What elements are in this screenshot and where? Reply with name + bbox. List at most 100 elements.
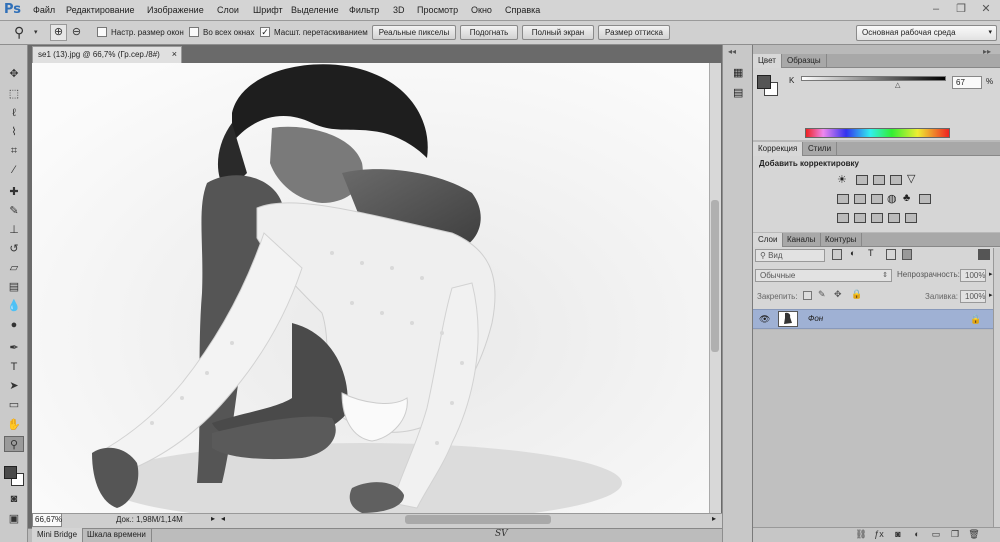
foreground-color-swatch[interactable] — [757, 75, 771, 89]
zoom-in-icon[interactable]: ⊕ — [50, 24, 67, 41]
invert-icon[interactable] — [837, 213, 849, 223]
status-menu-arrow-icon[interactable]: ▸ — [211, 514, 215, 523]
tab-styles[interactable]: Стили — [803, 142, 838, 156]
eyedropper-tool-icon[interactable]: ⁄ — [4, 162, 24, 178]
zoom-out-icon[interactable]: ⊖ — [68, 24, 85, 41]
marquee-tool-icon[interactable]: ⬚ — [4, 86, 24, 102]
menu-layers[interactable]: Слои — [217, 0, 239, 21]
link-layers-icon[interactable]: ⛓ — [855, 528, 867, 540]
gray-value-input[interactable]: 67 — [952, 76, 982, 89]
filter-toggle-icon[interactable] — [978, 249, 990, 260]
layers-scrollbar[interactable] — [993, 248, 1000, 528]
collapse-arrows-icon[interactable]: ◂◂ — [728, 47, 736, 56]
dodge-tool-icon[interactable]: ● — [4, 317, 24, 333]
opacity-input[interactable]: 100% — [960, 269, 986, 282]
black-white-icon[interactable] — [871, 194, 883, 204]
actual-pixels-button[interactable]: Реальные пикселы — [372, 25, 456, 40]
color-spectrum[interactable] — [805, 128, 950, 138]
lock-all-icon[interactable]: 🔒 — [851, 289, 862, 300]
restore-icon[interactable]: ❐ — [953, 2, 969, 16]
lock-transparent-icon[interactable] — [803, 291, 812, 300]
visibility-eye-icon[interactable]: 👁 — [759, 313, 770, 325]
crop-tool-icon[interactable]: ⌗ — [4, 143, 24, 159]
zoom-level-field[interactable]: 66,67% — [32, 513, 62, 527]
filter-type-icon[interactable]: T — [868, 248, 874, 258]
close-tab-icon[interactable]: × — [172, 47, 177, 62]
threshold-icon[interactable] — [871, 213, 883, 223]
posterize-icon[interactable] — [854, 213, 866, 223]
opacity-arrow-icon[interactable]: ▸ — [989, 270, 993, 278]
channel-mixer-icon[interactable]: ♣ — [903, 192, 910, 204]
fill-input[interactable]: 100% — [960, 290, 986, 303]
type-tool-icon[interactable]: T — [4, 359, 24, 375]
photo-filter-icon[interactable]: ◍ — [887, 192, 897, 205]
hand-tool-icon[interactable]: ✋ — [4, 417, 24, 433]
color-balance-icon[interactable] — [854, 194, 866, 204]
close-icon[interactable]: ✕ — [978, 2, 994, 16]
brush-tool-icon[interactable]: ✎ — [4, 203, 24, 219]
slider-handle-icon[interactable]: △ — [895, 81, 900, 89]
healing-brush-tool-icon[interactable]: ✚ — [4, 184, 24, 200]
quick-mask-icon[interactable]: ◙ — [4, 491, 24, 507]
levels-icon[interactable] — [856, 175, 868, 185]
full-screen-button[interactable]: Полный экран — [522, 25, 594, 40]
tab-adjustments[interactable]: Коррекция — [753, 142, 804, 156]
move-tool-icon[interactable]: ✥ — [4, 66, 24, 82]
layer-style-icon[interactable]: ƒx — [873, 528, 885, 540]
tab-mini-bridge[interactable]: Mini Bridge — [32, 528, 84, 542]
horizontal-scrollbar-thumb[interactable] — [405, 515, 551, 524]
filter-pixel-icon[interactable] — [832, 249, 842, 260]
chevron-down-icon[interactable]: ▾ — [34, 28, 38, 36]
shape-tool-icon[interactable]: ▭ — [4, 397, 24, 413]
quick-select-tool-icon[interactable]: ⌇ — [4, 124, 24, 140]
scroll-right-icon[interactable]: ▸ — [712, 514, 716, 523]
properties-panel-icon[interactable]: ▤ — [733, 86, 743, 99]
layer-name[interactable]: Фон — [808, 313, 823, 325]
gradient-tool-icon[interactable]: ▤ — [4, 279, 24, 295]
menu-filter[interactable]: Фильтр — [349, 0, 379, 21]
new-layer-icon[interactable]: ❐ — [949, 528, 961, 540]
pen-tool-icon[interactable]: ✒ — [4, 340, 24, 356]
vibrance-icon[interactable]: ▽ — [907, 172, 915, 185]
exposure-icon[interactable] — [890, 175, 902, 185]
menu-image[interactable]: Изображение — [147, 0, 204, 21]
curves-icon[interactable] — [873, 175, 885, 185]
zoom-tool-preset-icon[interactable]: ⚲ — [14, 24, 24, 41]
lock-pixels-icon[interactable]: ✎ — [818, 289, 826, 300]
menu-window[interactable]: Окно — [471, 0, 492, 21]
lasso-tool-icon[interactable]: ℓ — [4, 105, 24, 121]
layer-mask-icon[interactable]: ◙ — [892, 528, 904, 540]
vertical-scrollbar-thumb[interactable] — [711, 200, 719, 352]
selective-color-icon[interactable] — [905, 213, 917, 223]
blur-tool-icon[interactable]: 💧 — [4, 298, 24, 314]
tab-channels[interactable]: Каналы — [782, 233, 822, 247]
tab-paths[interactable]: Контуры — [820, 233, 863, 247]
hue-saturation-icon[interactable] — [837, 194, 849, 204]
zoom-tool-icon[interactable]: ⚲ — [4, 436, 24, 452]
eraser-tool-icon[interactable]: ▱ — [4, 260, 24, 276]
tab-timeline[interactable]: Шкала времени — [82, 528, 152, 542]
menu-select[interactable]: Выделение — [291, 0, 339, 21]
history-panel-icon[interactable]: ▦ — [733, 66, 743, 79]
layer-filter-select[interactable]: ⚲ Вид — [755, 249, 825, 262]
menu-file[interactable]: Файл — [33, 0, 55, 21]
menu-help[interactable]: Справка — [505, 0, 540, 21]
menu-type[interactable]: Шрифт — [253, 0, 283, 21]
print-size-button[interactable]: Размер оттиска — [598, 25, 670, 40]
image-canvas[interactable] — [32, 63, 709, 513]
history-brush-tool-icon[interactable]: ↺ — [4, 241, 24, 257]
delete-layer-icon[interactable]: 🗑 — [968, 528, 980, 540]
resize-windows-checkbox[interactable] — [97, 27, 107, 37]
blend-mode-select[interactable]: Обычные ⇕ — [755, 269, 892, 282]
gray-slider[interactable] — [801, 76, 946, 81]
fill-arrow-icon[interactable]: ▸ — [989, 291, 993, 299]
all-windows-checkbox[interactable] — [189, 27, 199, 37]
path-select-tool-icon[interactable]: ➤ — [4, 378, 24, 394]
menu-edit[interactable]: Редактирование — [66, 0, 135, 21]
minimize-icon[interactable]: – — [928, 2, 944, 16]
document-info[interactable]: Док.: 1,98M/1,14M — [116, 513, 183, 527]
adjustment-layer-icon[interactable]: ◐ — [911, 528, 923, 540]
tab-layers[interactable]: Слои — [753, 233, 784, 247]
menu-view[interactable]: Просмотр — [417, 0, 458, 21]
tab-swatches[interactable]: Образцы — [782, 54, 827, 68]
